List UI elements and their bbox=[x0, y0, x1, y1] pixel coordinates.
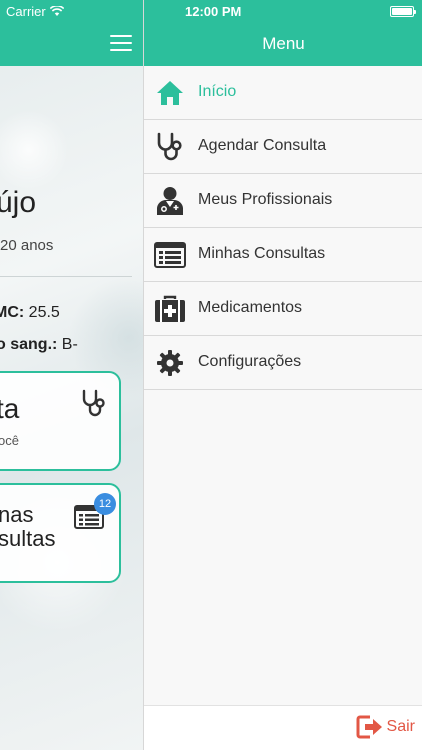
status-bar: Carrier 12:00 PM bbox=[0, 0, 422, 22]
carrier-label: Carrier bbox=[6, 4, 46, 19]
imc-value: 25.5 bbox=[28, 304, 60, 321]
menu-list: Início Agendar Consulta Meus Profissiona… bbox=[144, 66, 422, 390]
logout-label: Sair bbox=[386, 718, 415, 735]
list-icon bbox=[154, 239, 186, 271]
doctor-icon bbox=[154, 185, 186, 217]
wifi-icon bbox=[49, 6, 64, 16]
medkit-icon bbox=[154, 293, 186, 325]
blood-type-label: o sang.: bbox=[0, 336, 58, 353]
stethoscope-icon bbox=[82, 389, 105, 417]
menu-item-label: Minhas Consultas bbox=[198, 245, 326, 262]
menu-item-label: Agendar Consulta bbox=[198, 137, 327, 154]
carrier: Carrier bbox=[6, 4, 64, 19]
divider bbox=[0, 276, 132, 277]
main-screen-background: újo 20 anos MC: 25.5 o sang.: B- ta ocê … bbox=[0, 0, 143, 750]
imc-stat: MC: 25.5 bbox=[0, 304, 60, 322]
clock: 12:00 PM bbox=[185, 4, 242, 19]
menu-footer: Sair bbox=[144, 705, 422, 750]
logout-button[interactable]: Sair bbox=[356, 715, 415, 739]
imc-label: MC: bbox=[0, 304, 25, 321]
user-age: 20 anos bbox=[0, 237, 54, 254]
home-icon bbox=[154, 77, 186, 109]
menu-item-label: Início bbox=[198, 83, 237, 100]
menu-item-meus-profissionais[interactable]: Meus Profissionais bbox=[144, 174, 422, 228]
blood-type-value: B- bbox=[61, 336, 78, 353]
card-title: ta bbox=[0, 393, 20, 424]
battery-icon bbox=[390, 6, 416, 17]
hamburger-menu-icon[interactable] bbox=[110, 35, 132, 51]
logout-icon bbox=[356, 715, 382, 739]
my-appointments-card[interactable]: nas sultas 12 bbox=[0, 483, 121, 583]
menu-item-inicio[interactable]: Início bbox=[144, 66, 422, 120]
card-title: nas sultas bbox=[0, 502, 56, 552]
menu-item-label: Meus Profissionais bbox=[198, 191, 333, 208]
card-subtitle: ocê bbox=[0, 433, 19, 448]
blood-type-stat: o sang.: B- bbox=[0, 336, 78, 354]
menu-item-minhas-consultas[interactable]: Minhas Consultas bbox=[144, 228, 422, 282]
menu-title: Menu bbox=[262, 34, 305, 53]
stethoscope-icon bbox=[154, 131, 186, 163]
card-title-line-1: nas bbox=[0, 502, 34, 527]
menu-item-medicamentos[interactable]: Medicamentos bbox=[144, 282, 422, 336]
card-title-line-2: sultas bbox=[0, 526, 56, 552]
schedule-appointment-card[interactable]: ta ocê bbox=[0, 371, 121, 471]
gear-icon bbox=[154, 347, 186, 379]
user-name: újo bbox=[0, 186, 37, 219]
menu-item-label: Medicamentos bbox=[198, 299, 303, 316]
notification-badge: 12 bbox=[94, 493, 116, 515]
menu-item-agendar-consulta[interactable]: Agendar Consulta bbox=[144, 120, 422, 174]
list-icon: 12 bbox=[74, 493, 116, 529]
side-menu: Menu Início Agendar Consulta Meus Profis… bbox=[143, 0, 422, 750]
menu-item-configuracoes[interactable]: Configurações bbox=[144, 336, 422, 390]
menu-item-label: Configurações bbox=[198, 353, 302, 370]
